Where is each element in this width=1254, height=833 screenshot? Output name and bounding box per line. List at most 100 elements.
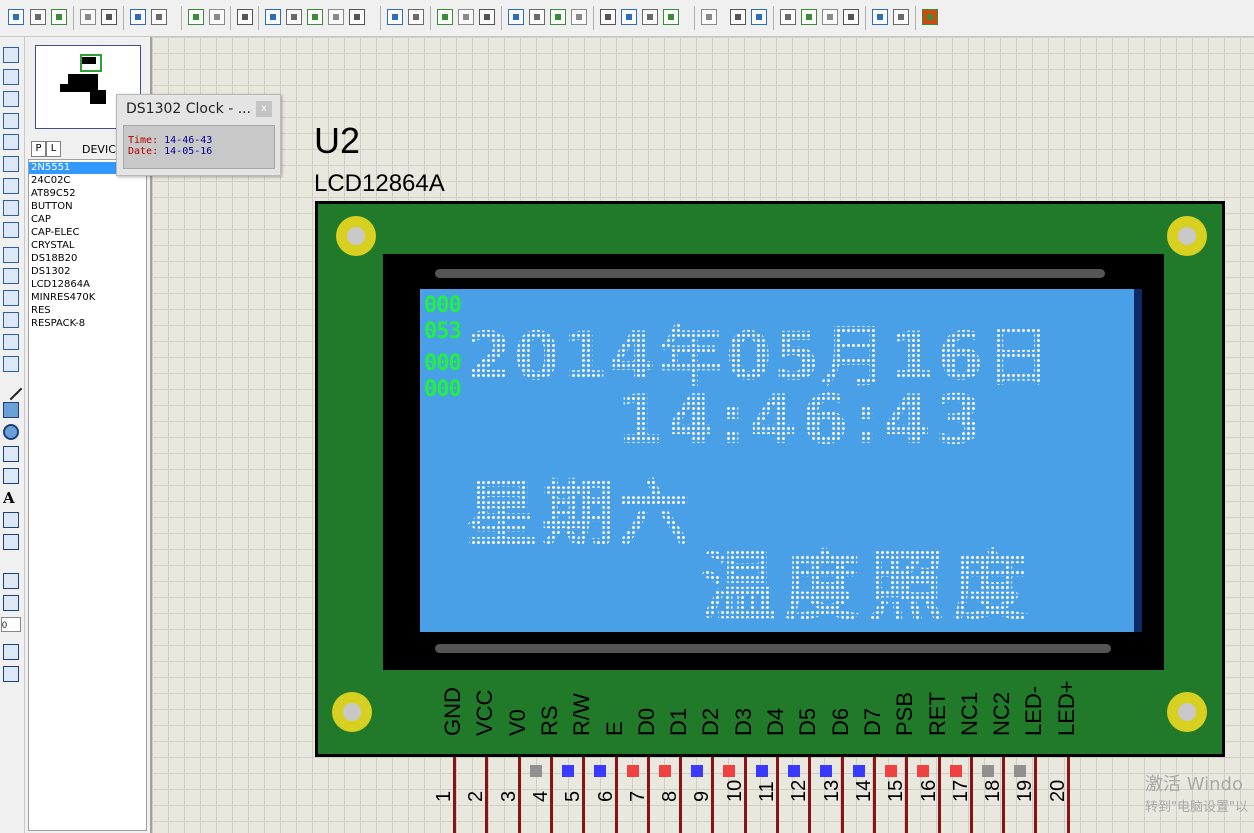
netlist-to-ares-icon[interactable] xyxy=(922,9,938,25)
device-list-item[interactable]: CAP-ELEC xyxy=(31,227,79,239)
rotation-field[interactable] xyxy=(1,617,21,632)
terminals-icon[interactable] xyxy=(3,200,19,216)
zoom-in-icon[interactable] xyxy=(286,9,302,25)
component-icon[interactable] xyxy=(3,69,19,85)
device-list-item[interactable]: 2N5551 xyxy=(29,162,116,174)
block-rotate-icon[interactable] xyxy=(550,9,566,25)
remove-sheet-icon[interactable] xyxy=(822,9,838,25)
redo-icon[interactable] xyxy=(408,9,424,25)
device-pins-icon[interactable] xyxy=(3,222,19,238)
rotate-cw-icon[interactable] xyxy=(3,573,19,589)
pin-number: 17 xyxy=(950,779,972,802)
property-assignment-icon[interactable] xyxy=(751,9,767,25)
circle-icon[interactable] xyxy=(3,424,19,440)
print-area-icon[interactable] xyxy=(151,9,167,25)
device-list-item[interactable]: BUTTON xyxy=(31,201,73,213)
selection-icon[interactable] xyxy=(3,47,19,63)
generator-icon[interactable] xyxy=(3,290,19,306)
pin-number: 11 xyxy=(756,781,778,802)
box-icon[interactable] xyxy=(3,402,19,418)
ds1302-clock-popup[interactable]: DS1302 Clock - ... x Time: 14-46-43 Date… xyxy=(116,94,281,176)
voltage-probe-icon[interactable] xyxy=(3,312,19,328)
virtual-instruments-icon[interactable] xyxy=(3,356,19,372)
device-list-item[interactable]: MINRES470K xyxy=(31,292,95,304)
cut-icon[interactable] xyxy=(437,9,453,25)
bus-icon[interactable] xyxy=(3,156,19,172)
export-icon[interactable] xyxy=(101,9,117,25)
tape-recorder-icon[interactable] xyxy=(3,268,19,284)
new-file-icon[interactable] xyxy=(8,9,24,25)
symbol-icon[interactable] xyxy=(3,512,19,528)
junction-icon[interactable] xyxy=(3,91,19,107)
device-list-item[interactable]: RESPACK-8 xyxy=(31,318,85,330)
line-icon[interactable] xyxy=(0,377,23,401)
block-copy-icon[interactable] xyxy=(508,9,524,25)
device-list-item[interactable]: RES xyxy=(31,305,51,317)
bezel-bar-bottom xyxy=(435,644,1111,653)
debug-line-3: 000 xyxy=(424,351,462,376)
print-icon[interactable] xyxy=(130,9,146,25)
flip-horizontal-icon[interactable] xyxy=(3,644,19,660)
text-script-icon[interactable] xyxy=(3,134,19,150)
marker-icon[interactable] xyxy=(3,534,19,550)
decompose-icon[interactable] xyxy=(663,9,679,25)
device-list-item[interactable]: LCD12864A xyxy=(31,279,90,291)
tab-pick-devices[interactable]: P xyxy=(31,141,46,157)
device-list-item[interactable]: 24C02C xyxy=(31,175,70,187)
grid-icon[interactable] xyxy=(209,9,225,25)
paste-icon[interactable] xyxy=(479,9,495,25)
pin-state-indicator xyxy=(885,765,897,777)
pick-device-icon[interactable] xyxy=(600,9,616,25)
new-sheet-icon[interactable] xyxy=(801,9,817,25)
date-label: Date: xyxy=(128,146,159,157)
device-list-item[interactable]: DS1302 xyxy=(31,266,71,278)
mount-hole-icon xyxy=(332,692,372,732)
pin-number: 6 xyxy=(595,790,617,802)
subcircuit-icon[interactable] xyxy=(3,178,19,194)
tab-libraries[interactable]: L xyxy=(46,141,61,157)
origin-icon[interactable] xyxy=(237,9,253,25)
toolbar-separator xyxy=(865,6,866,30)
text-icon[interactable]: A xyxy=(3,490,19,506)
pin-number: 14 xyxy=(853,779,875,802)
flip-vertical-icon[interactable] xyxy=(3,666,19,682)
block-move-icon[interactable] xyxy=(529,9,545,25)
block-delete-icon[interactable] xyxy=(571,9,587,25)
bill-of-materials-icon[interactable] xyxy=(872,9,888,25)
make-device-icon[interactable] xyxy=(621,9,637,25)
pan-icon[interactable] xyxy=(265,9,281,25)
wire-autorouter-icon[interactable] xyxy=(701,9,717,25)
path-icon[interactable] xyxy=(3,468,19,484)
pin-label: NC1 xyxy=(957,691,982,736)
device-list-item[interactable]: CRYSTAL xyxy=(31,240,75,252)
save-icon[interactable] xyxy=(51,9,67,25)
device-list[interactable]: 2N5551 24C02C AT89C52 BUTTON CAP CAP-ELEC CRYS… xyxy=(28,159,147,831)
zoom-out-icon[interactable] xyxy=(307,9,323,25)
device-list-item[interactable]: CAP xyxy=(31,214,51,226)
device-list-item[interactable]: AT89C52 xyxy=(31,188,76,200)
design-explorer-icon[interactable] xyxy=(780,9,796,25)
import-icon[interactable] xyxy=(80,9,96,25)
copy-icon[interactable] xyxy=(458,9,474,25)
pin-state-indicator xyxy=(659,765,671,777)
packaging-icon[interactable] xyxy=(642,9,658,25)
graph-icon[interactable] xyxy=(3,247,19,263)
pin-state-indicator xyxy=(562,765,574,777)
open-file-icon[interactable] xyxy=(30,9,46,25)
activation-watermark-hint: 转到"电脑设置"以 xyxy=(1145,800,1248,815)
wire-label-icon[interactable] xyxy=(3,113,19,129)
mount-hole-icon xyxy=(336,216,376,256)
current-probe-icon[interactable] xyxy=(3,334,19,350)
device-list-item[interactable]: DS18B20 xyxy=(31,253,77,265)
popup-title: DS1302 Clock - ... xyxy=(126,101,252,117)
undo-icon[interactable] xyxy=(387,9,403,25)
refresh-icon[interactable] xyxy=(188,9,204,25)
search-tag-icon[interactable] xyxy=(730,9,746,25)
arc-icon[interactable] xyxy=(3,446,19,462)
exit-to-parent-icon[interactable] xyxy=(843,9,859,25)
zoom-area-icon[interactable] xyxy=(349,9,365,25)
zoom-all-icon[interactable] xyxy=(328,9,344,25)
close-icon[interactable]: x xyxy=(256,101,272,117)
rotate-ccw-icon[interactable] xyxy=(3,595,19,611)
electrical-rule-check-icon[interactable] xyxy=(893,9,909,25)
